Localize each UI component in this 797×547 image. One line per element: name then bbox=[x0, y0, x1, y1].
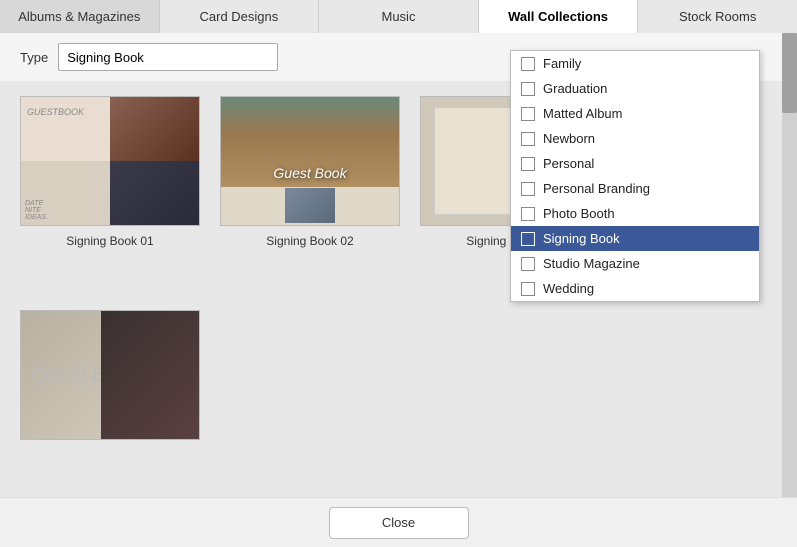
checkbox-newborn bbox=[521, 132, 535, 146]
signing-book-script: Guest Book bbox=[273, 165, 346, 181]
thumb-02-top: Guest Book bbox=[221, 97, 399, 187]
bottom-bar: Close bbox=[0, 497, 797, 547]
checkbox-photo-booth bbox=[521, 207, 535, 221]
dropdown-item-signing-book[interactable]: Signing Book bbox=[511, 226, 759, 251]
product-thumb-04: Guest Book bbox=[20, 310, 200, 440]
checkbox-signing-book bbox=[521, 232, 535, 246]
thumb-02-layout: Guest Book bbox=[221, 97, 399, 225]
scrollbar-thumb[interactable] bbox=[782, 33, 797, 113]
thumb-04-dark-img bbox=[101, 311, 199, 439]
checkbox-studio-magazine bbox=[521, 257, 535, 271]
dropdown-item-family[interactable]: Family bbox=[511, 51, 759, 76]
dropdown-item-graduation[interactable]: Graduation bbox=[511, 76, 759, 101]
thumb-01-text2: DATENITEIDEAS. bbox=[21, 161, 110, 225]
nav-card-designs[interactable]: Card Designs bbox=[160, 0, 320, 33]
dropdown-item-matted-album[interactable]: Matted Album bbox=[511, 101, 759, 126]
thumb-04-bg: Guest Book bbox=[21, 311, 199, 439]
type-select[interactable]: Signing Book Family Graduation Matted Al… bbox=[58, 43, 278, 71]
product-thumb-02: Guest Book bbox=[220, 96, 400, 226]
thumb-02-bottom bbox=[221, 187, 399, 225]
nav-stock-rooms[interactable]: Stock Rooms bbox=[638, 0, 797, 33]
checkbox-personal-branding bbox=[521, 182, 535, 196]
product-name-01: Signing Book 01 bbox=[66, 234, 153, 248]
top-navigation: Albums & Magazines Card Designs Music Wa… bbox=[0, 0, 797, 33]
nav-music[interactable]: Music bbox=[319, 0, 479, 33]
dropdown-item-newborn[interactable]: Newborn bbox=[511, 126, 759, 151]
type-dropdown-overlay: Family Graduation Matted Album Newborn P… bbox=[510, 50, 760, 302]
checkbox-wedding bbox=[521, 282, 535, 296]
thumb-01-img1 bbox=[110, 97, 199, 161]
product-thumb-01: GUESTBOOK DATENITEIDEAS. bbox=[20, 96, 200, 226]
thumb-01-img2 bbox=[110, 161, 199, 225]
nav-albums-magazines[interactable]: Albums & Magazines bbox=[0, 0, 160, 33]
dropdown-item-photo-booth[interactable]: Photo Booth bbox=[511, 201, 759, 226]
dropdown-item-wedding[interactable]: Wedding bbox=[511, 276, 759, 301]
checkbox-personal bbox=[521, 157, 535, 171]
dropdown-item-personal[interactable]: Personal bbox=[511, 151, 759, 176]
checkbox-matted-album bbox=[521, 107, 535, 121]
product-card-04[interactable]: Guest Book bbox=[20, 310, 200, 440]
checkbox-family bbox=[521, 57, 535, 71]
nav-wall-collections[interactable]: Wall Collections bbox=[479, 0, 639, 33]
close-button[interactable]: Close bbox=[329, 507, 469, 539]
type-select-wrapper: Signing Book Family Graduation Matted Al… bbox=[58, 43, 278, 71]
thumb-02-small-img bbox=[285, 188, 335, 223]
product-card-02[interactable]: Guest Book Signing Book 02 bbox=[220, 96, 400, 482]
type-label: Type bbox=[20, 50, 48, 65]
thumb-01-grid: GUESTBOOK DATENITEIDEAS. bbox=[21, 97, 199, 225]
dropdown-item-studio-magazine[interactable]: Studio Magazine bbox=[511, 251, 759, 276]
scrollbar-track[interactable] bbox=[782, 33, 797, 497]
dropdown-item-personal-branding[interactable]: Personal Branding bbox=[511, 176, 759, 201]
product-name-02: Signing Book 02 bbox=[266, 234, 353, 248]
guestbook-label: GUESTBOOK bbox=[27, 107, 104, 117]
thumb-01-text-cell: GUESTBOOK bbox=[21, 97, 110, 161]
checkbox-graduation bbox=[521, 82, 535, 96]
